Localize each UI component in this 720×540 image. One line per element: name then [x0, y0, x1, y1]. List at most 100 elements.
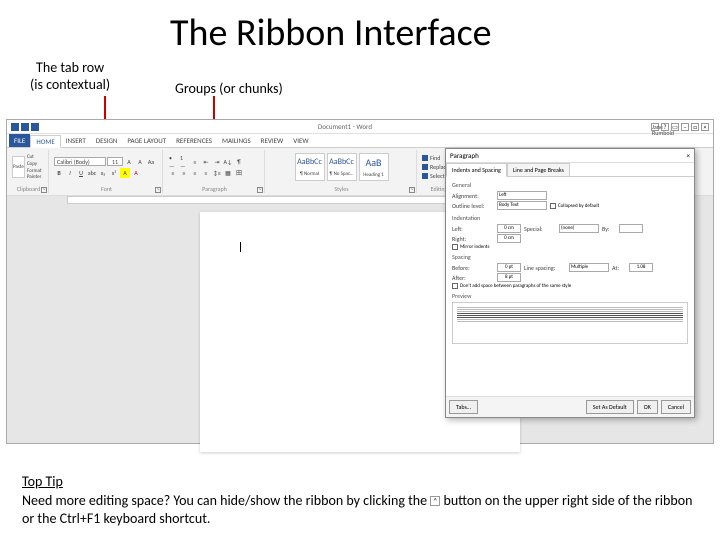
shrink-font-icon[interactable]: A [135, 157, 145, 167]
tab-design[interactable]: DESIGN [91, 134, 123, 147]
outline-dropdown[interactable]: Body Text [497, 201, 547, 210]
strikethrough-icon[interactable]: abc [87, 168, 97, 178]
annotation-groups: Groups (or chunks) [175, 80, 283, 97]
find-button[interactable]: Find [422, 154, 440, 162]
mirror-checkbox[interactable] [452, 244, 458, 250]
quick-access-toolbar[interactable] [11, 123, 39, 131]
tab-page-layout[interactable]: PAGE LAYOUT [122, 134, 171, 147]
by-spinner[interactable] [619, 224, 643, 233]
indent-right-spinner[interactable]: 0 cm [497, 234, 521, 243]
align-left-icon[interactable]: ≡ [168, 168, 178, 178]
title-bar: Document1 - Word Jane Rumbold ? ▭ – □ × [7, 120, 713, 134]
font-name-dropdown[interactable]: Calibri (Body) [54, 157, 106, 166]
highlight-icon[interactable]: A [120, 168, 130, 178]
style-normal[interactable]: AaBbCc¶ Normal [295, 153, 325, 181]
mirror-label: Mirror indents [460, 244, 489, 250]
font-size-dropdown[interactable]: 11 [107, 157, 123, 166]
italic-button[interactable]: I [65, 168, 75, 178]
dialog-launcher-clipboard[interactable]: ↘ [41, 187, 47, 193]
top-tip-text-before: Need more editing space? You can hide/sh… [22, 492, 427, 509]
styles-gallery[interactable]: AaBbCc¶ Normal AaBbCc¶ No Spac… AaBHeadi… [295, 153, 389, 181]
font-color-icon[interactable]: A [131, 168, 141, 178]
group-paragraph: •— 1— ≡ ⇤ ⇥ A↓ ¶ ≡ ≡ ≡ ≡ ↕≡ ▦ 田 [165, 150, 265, 193]
indent-left-spinner[interactable]: 0 cm [497, 224, 521, 233]
multilevel-icon[interactable]: ≡ [190, 157, 200, 167]
align-right-icon[interactable]: ≡ [190, 168, 200, 178]
text-cursor [240, 242, 241, 252]
select-button[interactable]: Select [422, 172, 445, 180]
dialog-launcher-paragraph[interactable]: ↘ [257, 187, 263, 193]
after-spinner[interactable]: 8 pt [497, 273, 521, 282]
section-indentation: Indentation Left:0 cmSpecial:(none)By: R… [452, 214, 688, 250]
alignment-dropdown[interactable]: Left [497, 191, 547, 200]
at-spinner[interactable]: 1.08 [629, 263, 653, 272]
format-painter-button[interactable]: Format Painter [27, 168, 45, 180]
cut-button[interactable]: Cut [27, 154, 45, 160]
bold-button[interactable]: B [54, 168, 64, 178]
group-styles: AaBbCc¶ Normal AaBbCc¶ No Spac… AaBHeadi… [267, 150, 417, 193]
qat-save-icon[interactable] [21, 123, 29, 131]
help-icon[interactable]: ? [661, 123, 669, 131]
top-tip-title: Top Tip [22, 473, 63, 490]
show-marks-icon[interactable]: ¶ [234, 157, 244, 167]
style-heading-1[interactable]: AaBHeading 1 [359, 153, 389, 181]
close-icon[interactable]: × [701, 123, 709, 131]
increase-indent-icon[interactable]: ⇥ [212, 157, 222, 167]
tab-insert[interactable]: INSERT [61, 134, 91, 147]
paste-button[interactable]: Paste [12, 156, 25, 178]
no-space-label: Don't add space between paragraphs of th… [460, 283, 571, 289]
before-spinner[interactable]: 0 pt [497, 263, 521, 272]
borders-icon[interactable]: 田 [234, 168, 244, 178]
before-label: Before: [452, 264, 494, 272]
ok-button[interactable]: OK [637, 400, 658, 414]
bullets-icon[interactable]: •— [168, 157, 178, 167]
style-no-spacing[interactable]: AaBbCc¶ No Spac… [327, 153, 357, 181]
cancel-button[interactable]: Cancel [661, 400, 691, 414]
dialog-title-bar[interactable]: Paragraph × [446, 149, 694, 163]
dialog-title: Paragraph [450, 151, 479, 160]
collapsed-checkbox[interactable] [550, 203, 556, 209]
align-center-icon[interactable]: ≡ [179, 168, 189, 178]
qat-undo-icon[interactable] [31, 123, 39, 131]
ribbon-collapse-icon[interactable]: ▭ [671, 123, 679, 131]
user-name[interactable]: Jane Rumbold [651, 123, 659, 131]
tabs-button[interactable]: Tabs… [449, 400, 478, 414]
line-spacing-dropdown[interactable]: Multiple [569, 263, 609, 272]
maximize-icon[interactable]: □ [691, 123, 699, 131]
dialog-close-icon[interactable]: × [687, 151, 691, 160]
copy-button[interactable]: Copy [27, 161, 45, 167]
sort-icon[interactable]: A↓ [223, 157, 233, 167]
decrease-indent-icon[interactable]: ⇤ [201, 157, 211, 167]
numbering-icon[interactable]: 1— [179, 157, 189, 167]
tab-references[interactable]: REFERENCES [171, 134, 217, 147]
line-spacing-icon[interactable]: ↕≡ [212, 168, 222, 178]
dialog-tab-line-breaks[interactable]: Line and Page Breaks [507, 163, 570, 176]
tab-view[interactable]: VIEW [288, 134, 313, 147]
dialog-launcher-font[interactable]: ↘ [155, 187, 161, 193]
replace-icon [422, 164, 428, 170]
underline-button[interactable]: U [76, 168, 86, 178]
dialog-tab-indents[interactable]: Indents and Spacing [446, 163, 507, 177]
minimize-icon[interactable]: – [681, 123, 689, 131]
alignment-label: Alignment: [452, 192, 494, 200]
special-dropdown[interactable]: (none) [559, 224, 599, 233]
tab-mailings[interactable]: MAILINGS [217, 134, 256, 147]
change-case-icon[interactable]: Aa [146, 157, 156, 167]
dialog-body: General Alignment:Left Outline level:Bod… [446, 177, 694, 396]
grow-font-icon[interactable]: A [124, 157, 134, 167]
document-title: Document1 - Word [39, 122, 651, 131]
shading-icon[interactable]: ▦ [223, 168, 233, 178]
arrow-tab-row [104, 96, 106, 120]
dialog-launcher-styles[interactable]: ↘ [409, 187, 415, 193]
set-default-button[interactable]: Set As Default [586, 400, 634, 414]
superscript-icon[interactable]: x² [109, 168, 119, 178]
justify-icon[interactable]: ≡ [201, 168, 211, 178]
line-spacing-label: Line spacing: [524, 264, 566, 272]
tab-file[interactable]: FILE [9, 134, 30, 147]
collapsed-label: Collapsed by default [558, 203, 599, 209]
no-space-checkbox[interactable] [452, 283, 458, 289]
preview-box [452, 302, 688, 344]
tab-home[interactable]: HOME [30, 135, 60, 148]
tab-review[interactable]: REVIEW [256, 134, 289, 147]
subscript-icon[interactable]: x₂ [98, 168, 108, 178]
